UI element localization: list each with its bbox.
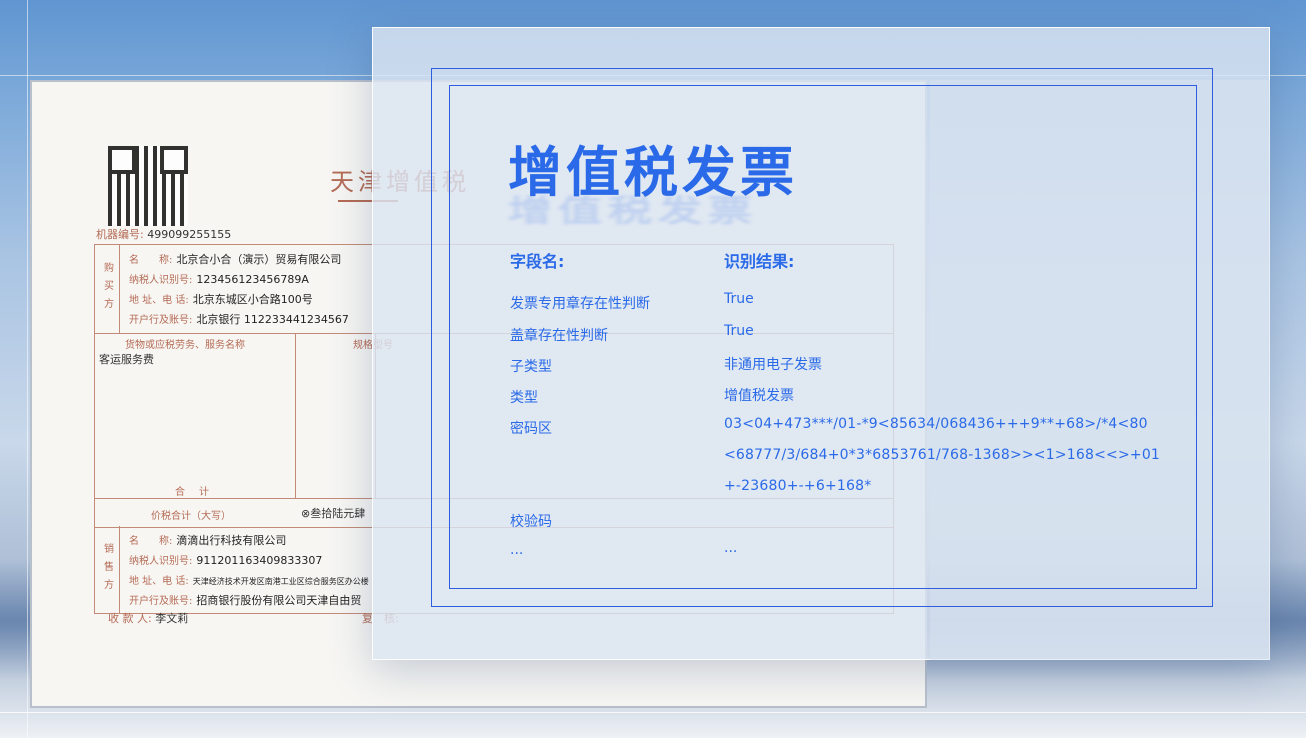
field-column-header: 字段名:	[510, 252, 565, 271]
background-guide-vertical	[27, 0, 28, 738]
buyer-tax-label: 纳税人识别号:	[129, 275, 193, 286]
field-label: 密码区	[510, 421, 552, 437]
buyer-tax: 123456123456789A	[196, 273, 309, 286]
seller-name-row: 名 称: 滴滴出行科技有限公司	[129, 532, 286, 548]
result-column-header: 识别结果:	[724, 252, 795, 271]
buyer-name-row: 名 称: 北京合小合（演示）贸易有限公司	[129, 251, 341, 267]
seller-tax-row: 纳税人识别号: 911201163409833307	[129, 552, 322, 567]
result-value: 03<04+473***/01-*9<85634/068436+++9**+68…	[724, 416, 1148, 432]
machine-number-label: 机器编号:	[96, 228, 144, 241]
payee-row: 收 款 人: 李文莉	[108, 610, 188, 626]
tax-total-value: ⊗叁拾陆元肆	[301, 507, 366, 520]
seller-side-label: 销售方	[95, 526, 120, 614]
seller-bank-row: 开户行及账号: 招商银行股份有限公司天津自由贸	[129, 592, 361, 608]
result-value: +-23680+-+6+168*	[724, 478, 872, 494]
payee-label: 收 款 人:	[108, 612, 152, 625]
tax-total-label: 价税合计（大写）	[151, 511, 231, 522]
machine-number: 机器编号: 499099255155	[96, 226, 231, 242]
seller-name-label: 名 称:	[129, 536, 173, 547]
goods-item: 客运服务费	[99, 353, 154, 366]
field-label: 发票专用章存在性判断	[510, 296, 650, 312]
buyer-bank-row: 开户行及账号: 北京银行 112233441234567	[129, 311, 349, 327]
recognition-panel: 增值税发票 增值税发票 字段名: 识别结果: 发票专用章存在性判断 True 盖…	[372, 27, 1270, 660]
total-label: 合计	[175, 487, 223, 498]
field-label: 盖章存在性判断	[510, 328, 608, 344]
background-guide-bottom	[0, 712, 1306, 713]
payee-name: 李文莉	[155, 612, 189, 625]
buyer-address: 北京东城区小合路100号	[192, 293, 313, 306]
buyer-bank-label: 开户行及账号:	[129, 315, 193, 326]
machine-number-value: 499099255155	[147, 228, 232, 241]
result-value: True	[724, 291, 754, 307]
seller-bank: 招商银行股份有限公司天津自由贸	[196, 594, 362, 607]
seller-tax: 911201163409833307	[196, 554, 323, 567]
result-value: 增值税发票	[724, 388, 794, 404]
seller-name: 滴滴出行科技有限公司	[176, 534, 287, 547]
buyer-name: 北京合小合（演示）贸易有限公司	[176, 253, 342, 266]
seller-address-row: 地 址、电 话: 天津经济技术开发区南港工业区综合服务区办公楼	[129, 572, 369, 587]
seller-address-label: 地 址、电 话:	[129, 576, 189, 587]
field-label: 类型	[510, 390, 538, 406]
buyer-bank: 北京银行 112233441234567	[196, 313, 349, 326]
result-value: 非通用电子发票	[724, 357, 822, 373]
buyer-address-row: 地 址、电 话: 北京东城区小合路100号	[129, 291, 313, 307]
seller-address: 天津经济技术开发区南港工业区综合服务区办公楼	[192, 577, 369, 586]
grid-divider	[295, 333, 296, 498]
result-value: ...	[724, 540, 738, 556]
buyer-address-label: 地 址、电 话:	[129, 295, 189, 306]
seller-bank-label: 开户行及账号:	[129, 596, 193, 607]
panel-title: 增值税发票	[508, 141, 798, 204]
buyer-side-label: 购买方	[95, 245, 120, 333]
buyer-name-label: 名 称:	[129, 255, 173, 266]
goods-header-label: 货物或应税劳务、服务名称	[125, 340, 245, 351]
field-label: ...	[510, 542, 524, 558]
qr-code-icon	[108, 146, 188, 226]
seller-tax-label: 纳税人识别号:	[129, 556, 193, 567]
result-value: <68777/3/684+0*3*6853761/768-1368>><1>16…	[724, 447, 1161, 463]
result-value: True	[724, 323, 754, 339]
field-label: 子类型	[510, 359, 552, 375]
field-label: 校验码	[510, 514, 552, 530]
buyer-tax-row: 纳税人识别号: 123456123456789A	[129, 271, 309, 286]
